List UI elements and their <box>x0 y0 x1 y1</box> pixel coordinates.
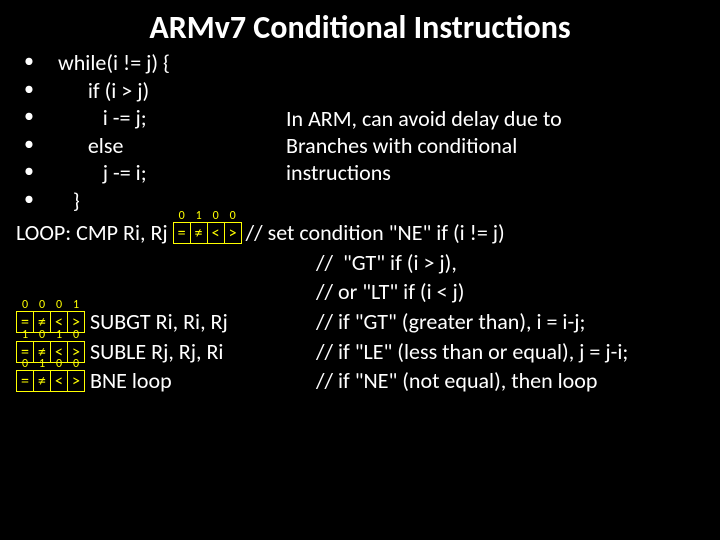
code-line: } <box>58 187 80 215</box>
flag-bit: 0 <box>173 208 191 224</box>
flag-bit: 0 <box>16 297 34 313</box>
code-line: i -= j; <box>58 104 147 132</box>
side-note-line: In ARM, can avoid delay due to <box>286 105 704 132</box>
loop-comment-line: // "GT" if (i > j), <box>16 248 704 278</box>
code-line: if (i > j) <box>58 77 149 105</box>
bullet-dot: • <box>16 104 58 129</box>
bullet-dot: • <box>16 77 58 102</box>
flag-sym: = <box>173 222 191 244</box>
flag-bit: 1 <box>50 327 68 343</box>
flag-bit: 1 <box>16 327 34 343</box>
flag-bit: 0 <box>67 356 85 372</box>
flag-sym: < <box>207 222 225 244</box>
flag-bit: 1 <box>67 297 85 313</box>
flag-bit: 1 <box>190 208 208 224</box>
flag-sym: ≠ <box>190 222 208 244</box>
bullet-dot: • <box>16 159 58 184</box>
flag-bit: 0 <box>224 208 242 224</box>
top-section: •while(i != j) { • if (i > j) • i -= j; … <box>16 49 704 214</box>
flag-bit: 0 <box>50 297 68 313</box>
bne-instr: BNE loop <box>85 366 172 396</box>
flag-sym: ≠ <box>33 370 51 392</box>
flag-sym: > <box>224 222 242 244</box>
flag-bit: 0 <box>33 327 51 343</box>
side-note-line: Branches with conditional <box>286 132 704 159</box>
code-line: while(i != j) { <box>58 49 170 77</box>
flag-sym: > <box>67 370 85 392</box>
loop-comment: // or "LT" if (i < j) <box>316 277 704 307</box>
flag-bit: 0 <box>67 327 85 343</box>
bullet-dot: • <box>16 187 58 212</box>
loop-comment: // "GT" if (i > j), <box>316 248 704 278</box>
loop-cmp-line: LOOP: CMP Ri, Rj 0 1 0 0 = ≠ < > // set … <box>16 218 704 248</box>
bne-line: 0 1 0 0 = ≠ < > BNE loop // if "NE" (not… <box>16 366 704 396</box>
flag-bit: 0 <box>33 297 51 313</box>
code-line: else <box>58 132 123 160</box>
flag-sym: < <box>50 370 68 392</box>
loop-comment-line: // or "LT" if (i < j) <box>16 277 704 307</box>
flag-sym: = <box>16 370 34 392</box>
suble-comment: // if "LE" (less than or equal), j = j-i… <box>316 337 704 367</box>
subgt-line: 0 0 0 1 = ≠ < > SUBGT Ri, Ri, Rj // if "… <box>16 307 704 337</box>
code-bullets: •while(i != j) { • if (i > j) • i -= j; … <box>16 49 286 214</box>
subgt-comment: // if "GT" (greater than), i = i-j; <box>316 307 704 337</box>
flag-bit: 0 <box>16 356 34 372</box>
loop-label: LOOP: CMP Ri, Rj <box>16 218 173 248</box>
page-title: ARMv7 Conditional Instructions <box>16 8 704 47</box>
flag-box-bne: 0 1 0 0 = ≠ < > <box>16 370 85 392</box>
side-note: In ARM, can avoid delay due to Branches … <box>286 49 704 214</box>
loop-comment: // set condition "NE" if (i != j) <box>246 218 505 248</box>
bullet-dot: • <box>16 49 58 74</box>
side-note-line: instructions <box>286 159 704 186</box>
code-line: j -= i; <box>58 159 147 187</box>
flag-bit: 0 <box>207 208 225 224</box>
suble-line: 1 0 1 0 = ≠ < > SUBLE Rj, Rj, Ri // if "… <box>16 337 704 367</box>
suble-instr: SUBLE Rj, Rj, Ri <box>85 337 223 367</box>
flag-bit: 0 <box>50 356 68 372</box>
bne-comment: // if "NE" (not equal), then loop <box>316 366 704 396</box>
bullet-dot: • <box>16 132 58 157</box>
flag-bit: 1 <box>33 356 51 372</box>
subgt-instr: SUBGT Ri, Ri, Rj <box>85 307 228 337</box>
flag-box-loop: 0 1 0 0 = ≠ < > <box>173 222 242 244</box>
